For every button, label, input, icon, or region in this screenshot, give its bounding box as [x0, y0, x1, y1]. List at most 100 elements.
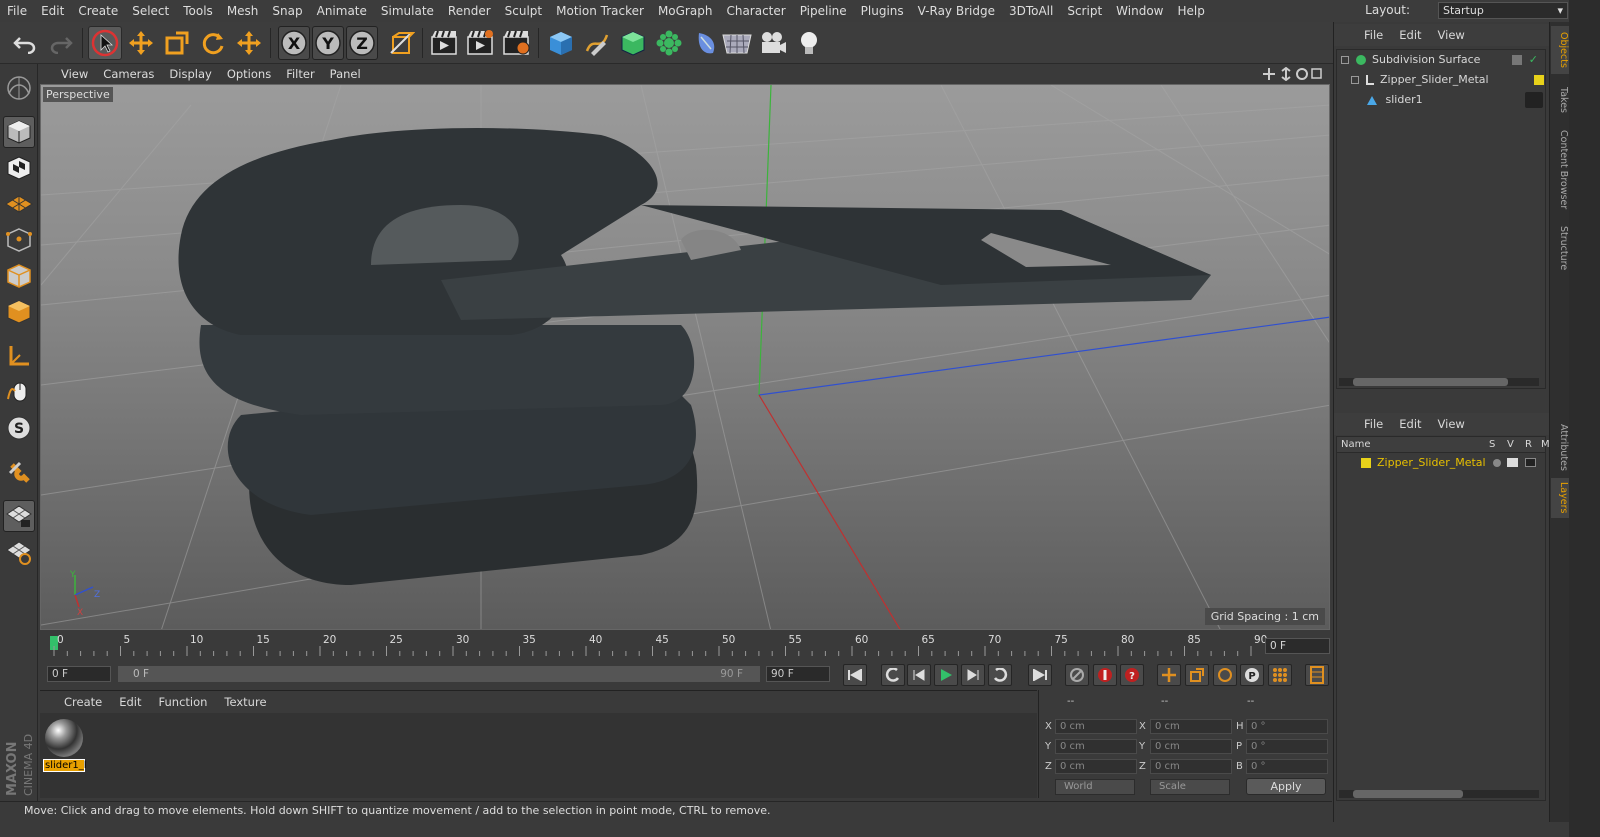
x-axis-lock-button[interactable]: X	[278, 26, 310, 60]
tree-row-slider1[interactable]: slider1	[1367, 90, 1546, 110]
move-tool-icon[interactable]	[124, 26, 158, 60]
goto-end-icon[interactable]	[1028, 664, 1052, 686]
layer-col-render[interactable]: R	[1525, 439, 1532, 450]
viewport-menu-panel[interactable]: Panel	[330, 67, 361, 81]
current-frame-field[interactable]: 0 F	[1265, 638, 1330, 654]
cube-primitive-icon[interactable]	[544, 26, 578, 60]
layout-select[interactable]: Startup	[1438, 2, 1568, 19]
menu-character[interactable]: Character	[719, 4, 792, 18]
material-name[interactable]: slider1_l	[43, 759, 87, 772]
layer-name[interactable]: Zipper_Slider_Metal	[1377, 456, 1486, 469]
viewport-menu-options[interactable]: Options	[227, 67, 271, 81]
tweak-mode-icon[interactable]	[3, 376, 35, 408]
keyframe-selection-icon[interactable]: ?	[1120, 664, 1144, 686]
size-x-field[interactable]: 0 cm	[1150, 719, 1232, 734]
live-selection-icon[interactable]	[232, 26, 266, 60]
menu-render[interactable]: Render	[441, 4, 498, 18]
key-scale-icon[interactable]	[1185, 664, 1209, 686]
tab-objects[interactable]: Objects	[1551, 26, 1569, 74]
timeline-window-icon[interactable]	[1305, 664, 1329, 686]
layer-solo-icon[interactable]	[1493, 459, 1501, 467]
texture-mode-icon[interactable]	[3, 152, 35, 184]
light-icon[interactable]	[792, 26, 826, 60]
tab-content-browser[interactable]: Content Browser	[1551, 122, 1569, 217]
subdivision-surface-icon[interactable]	[616, 26, 650, 60]
material-menu-edit[interactable]: Edit	[119, 695, 141, 709]
layer-menu-edit[interactable]: Edit	[1399, 417, 1421, 431]
key-position-icon[interactable]	[1157, 664, 1181, 686]
tree-row-zipper-slider-metal[interactable]: Zipper_Slider_Metal	[1351, 70, 1546, 90]
floor-environment-icon[interactable]	[720, 26, 754, 60]
end-frame-field[interactable]: 90 F	[766, 666, 830, 682]
record-keys-icon[interactable]	[1065, 664, 1089, 686]
editor-visibility-icon[interactable]	[1512, 55, 1522, 65]
apply-button[interactable]: Apply	[1246, 778, 1326, 795]
menu-animate[interactable]: Animate	[310, 4, 374, 18]
layer-menu-file[interactable]: File	[1364, 417, 1383, 431]
layer-menu-view[interactable]: View	[1438, 417, 1465, 431]
3d-viewport[interactable]: Y Z X Perspective Grid Spacing : 1 cm	[40, 84, 1330, 630]
tab-structure[interactable]: Structure	[1551, 218, 1569, 278]
pos-x-field[interactable]: 0 cm	[1055, 719, 1137, 734]
layer-col-solo[interactable]: S	[1489, 439, 1495, 450]
viewport-nav-icons[interactable]	[1262, 67, 1322, 81]
key-rotation-icon[interactable]	[1213, 664, 1237, 686]
menu-edit[interactable]: Edit	[34, 4, 71, 18]
rot-p-field[interactable]: 0 °	[1246, 739, 1328, 754]
coordinate-system-icon[interactable]	[384, 26, 418, 60]
viewport-menu-cameras[interactable]: Cameras	[103, 67, 154, 81]
object-tree-scrollbar[interactable]	[1339, 378, 1539, 386]
menu-file[interactable]: File	[0, 4, 34, 18]
size-z-field[interactable]: 0 cm	[1150, 759, 1232, 774]
rot-b-field[interactable]: 0 °	[1246, 759, 1328, 774]
prev-frame-icon[interactable]	[907, 664, 931, 686]
layer-color-swatch[interactable]	[1361, 458, 1371, 468]
axis-mode-icon[interactable]	[3, 340, 35, 372]
next-key-icon[interactable]	[988, 664, 1012, 686]
planar-workplane-icon[interactable]	[3, 536, 35, 568]
menu-mesh[interactable]: Mesh	[220, 4, 266, 18]
menu-3dtoall[interactable]: 3DToAll	[1002, 4, 1060, 18]
pen-spline-icon[interactable]	[580, 26, 614, 60]
obj-menu-edit[interactable]: Edit	[1399, 28, 1421, 42]
pos-z-field[interactable]: 0 cm	[1055, 759, 1137, 774]
coord-scale-dropdown[interactable]: Scale	[1150, 779, 1230, 795]
menu-snap[interactable]: Snap	[265, 4, 309, 18]
viewport-menu-filter[interactable]: Filter	[286, 67, 314, 81]
points-mode-icon[interactable]	[3, 224, 35, 256]
autokey-icon[interactable]	[1093, 664, 1117, 686]
layer-render-icon[interactable]	[1525, 458, 1536, 467]
layer-color-icon[interactable]	[1534, 75, 1544, 85]
tab-takes[interactable]: Takes	[1551, 80, 1569, 120]
start-frame-field[interactable]: 0 F	[47, 666, 111, 682]
menu-pipeline[interactable]: Pipeline	[793, 4, 854, 18]
menu-plugins[interactable]: Plugins	[854, 4, 911, 18]
rot-h-field[interactable]: 0 °	[1246, 719, 1328, 734]
make-editable-icon[interactable]	[3, 72, 35, 104]
play-icon[interactable]	[934, 664, 958, 686]
collapse-icon[interactable]	[1351, 76, 1359, 84]
menu-mograph[interactable]: MoGraph	[651, 4, 720, 18]
render-view-icon[interactable]	[427, 26, 461, 60]
pos-y-field[interactable]: 0 cm	[1055, 739, 1137, 754]
menu-script[interactable]: Script	[1060, 4, 1109, 18]
obj-menu-file[interactable]: File	[1364, 28, 1383, 42]
redo-icon[interactable]	[44, 26, 78, 60]
prev-key-icon[interactable]	[881, 664, 905, 686]
menu-vray-bridge[interactable]: V-Ray Bridge	[911, 4, 1002, 18]
tab-attributes[interactable]: Attributes	[1551, 417, 1569, 477]
material-menu-texture[interactable]: Texture	[224, 695, 266, 709]
model-mode-icon[interactable]	[3, 116, 35, 148]
tree-row-subdivision-surface[interactable]: Subdivision Surface ✓	[1341, 50, 1546, 70]
menu-window[interactable]: Window	[1109, 4, 1170, 18]
material-menu-function[interactable]: Function	[159, 695, 208, 709]
render-to-picture-viewer-icon[interactable]	[463, 26, 497, 60]
undo-icon[interactable]	[8, 26, 42, 60]
camera-icon[interactable]	[756, 26, 790, 60]
select-tool-icon[interactable]	[88, 26, 122, 60]
menu-help[interactable]: Help	[1170, 4, 1211, 18]
obj-menu-view[interactable]: View	[1438, 28, 1465, 42]
polygons-mode-icon[interactable]	[3, 296, 35, 328]
layer-row[interactable]: Zipper_Slider_Metal	[1337, 454, 1545, 472]
enabled-check-icon[interactable]: ✓	[1529, 50, 1538, 70]
